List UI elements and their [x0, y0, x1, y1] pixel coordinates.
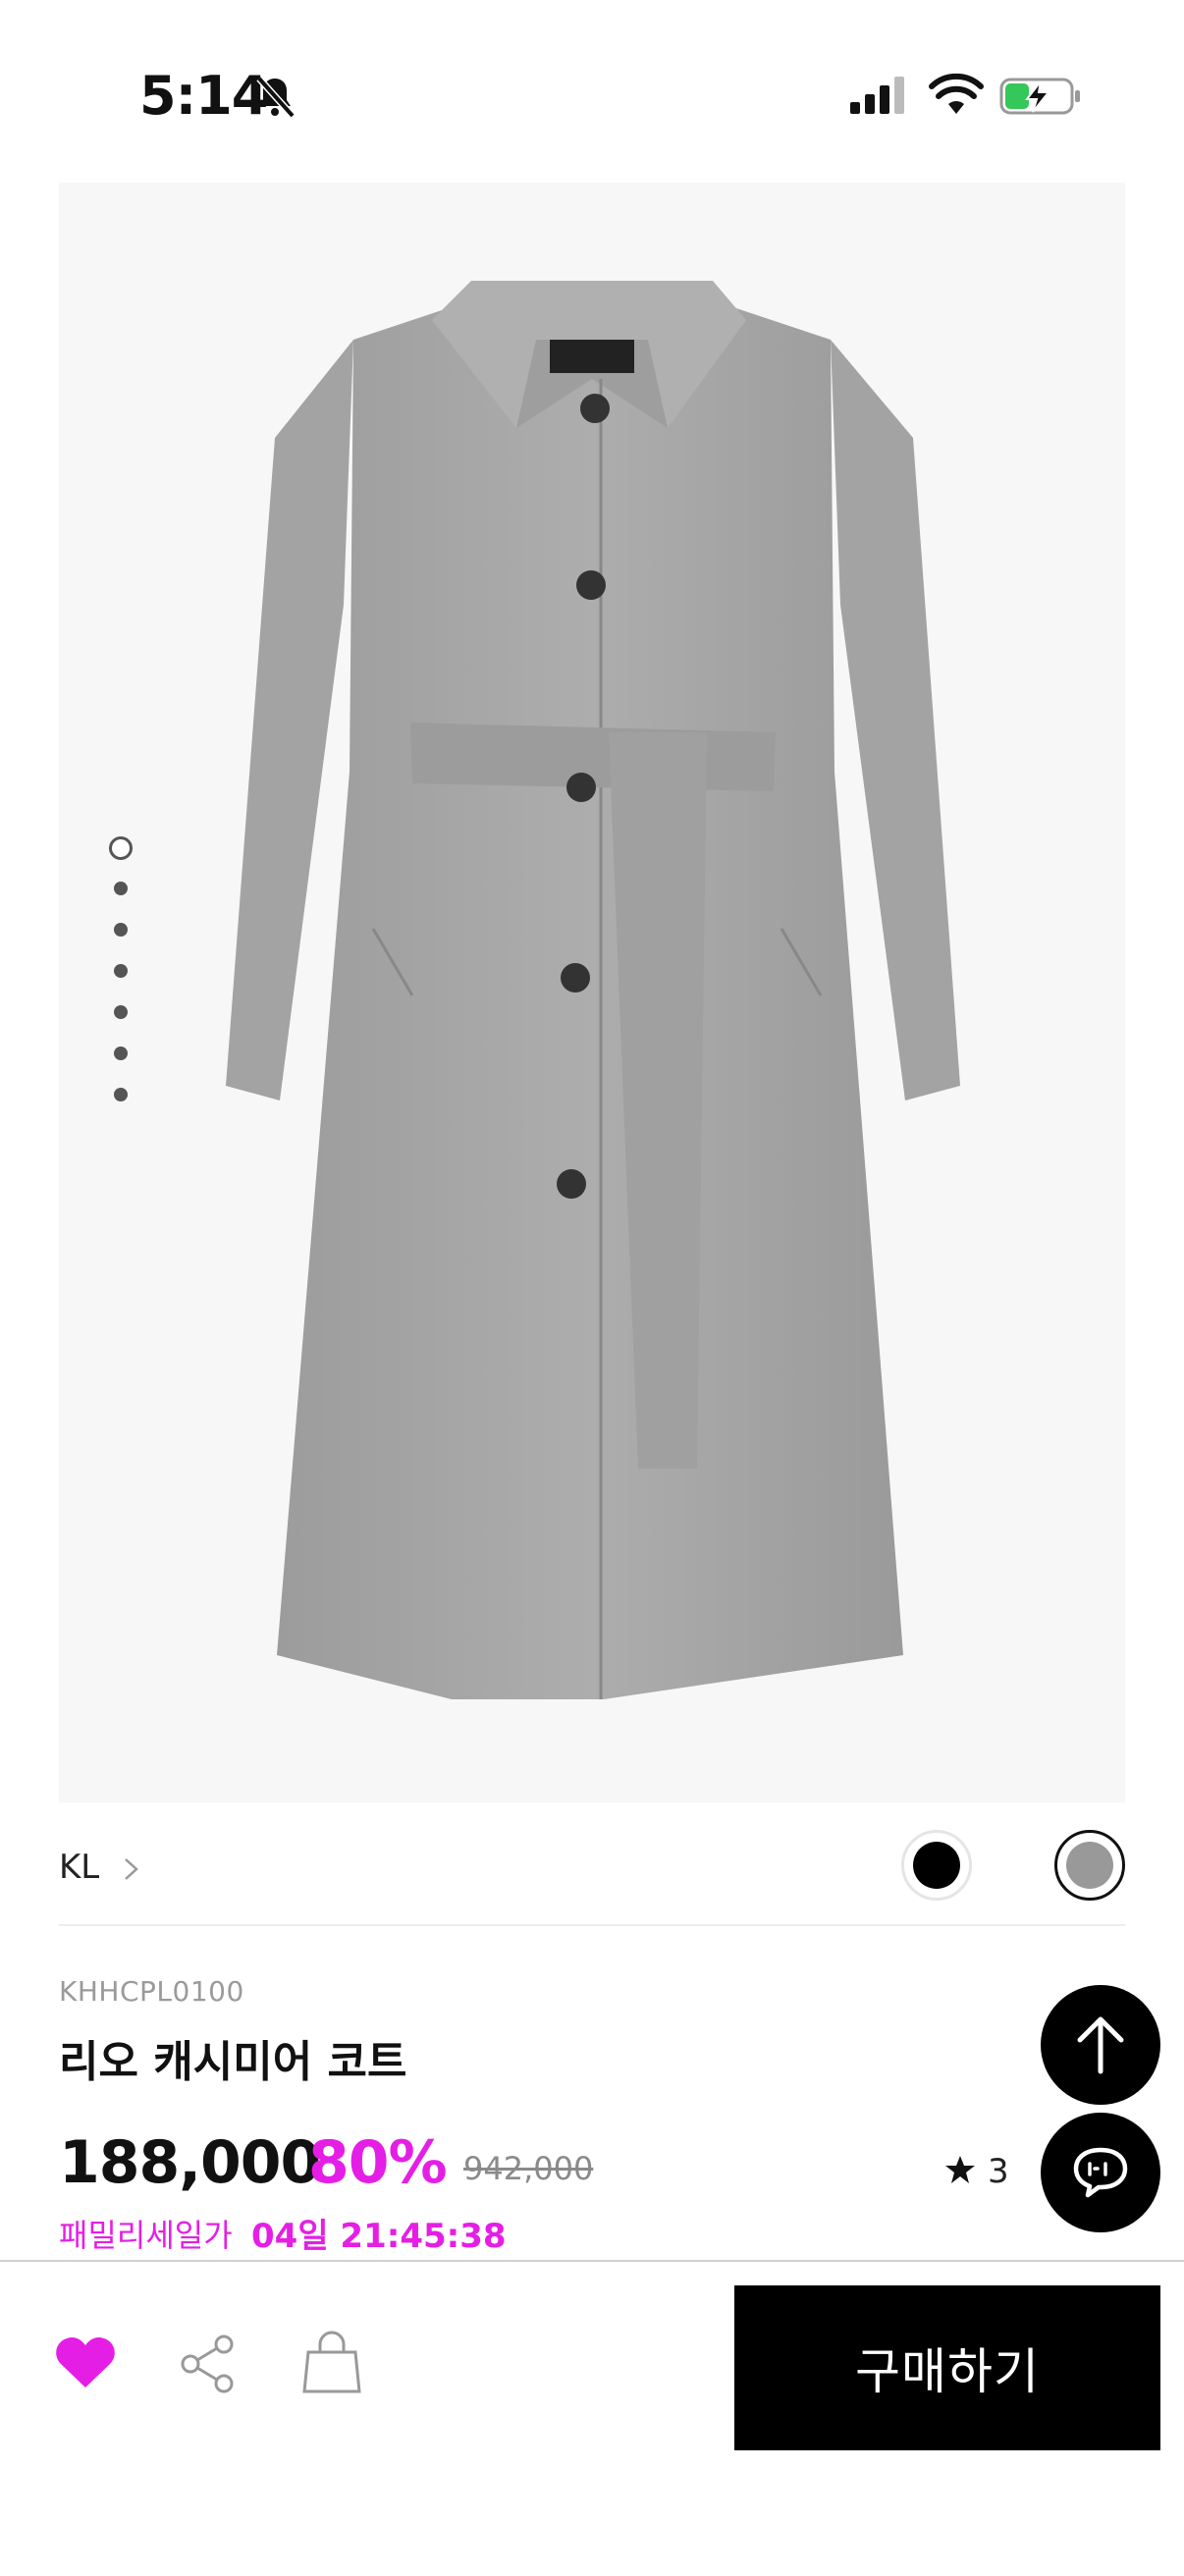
battery-charging-icon	[999, 78, 1080, 115]
pager-dot[interactable]	[114, 1088, 128, 1101]
pager-dot[interactable]	[114, 1005, 128, 1019]
original-price: 942,000	[463, 2150, 594, 2187]
review-count[interactable]: 3	[988, 2152, 1009, 2191]
wifi-icon	[929, 73, 984, 114]
brand-link[interactable]: KL	[59, 1848, 99, 1887]
discount-rate: 80%	[308, 2128, 448, 2197]
share-icon[interactable]	[177, 2333, 240, 2395]
chat-bubble-icon	[1073, 2147, 1128, 2198]
sale-price: 188,000	[59, 2128, 321, 2197]
chat-button[interactable]	[1041, 2113, 1160, 2232]
product-image[interactable]	[59, 183, 1125, 1802]
product-code: KHHCPL0100	[59, 1975, 244, 2008]
status-time: 5:14	[139, 65, 268, 127]
shopping-bag-icon[interactable]	[300, 2327, 363, 2395]
pager-dot[interactable]	[114, 1046, 128, 1060]
star-icon	[945, 2156, 975, 2183]
coat-illustration	[226, 281, 960, 1699]
sale-countdown: 04일 21:45:38	[251, 2217, 507, 2256]
scroll-to-top-button[interactable]	[1041, 1985, 1160, 2105]
bell-slash-icon	[256, 76, 296, 119]
cellular-signal-icon	[850, 77, 904, 114]
family-sale-label: 패밀리세일가	[59, 2217, 233, 2254]
arrow-up-icon	[1077, 2016, 1124, 2074]
heart-icon[interactable]	[55, 2334, 116, 2389]
buy-button[interactable]: 구매하기	[734, 2285, 1160, 2450]
pager-dot-active[interactable]	[109, 836, 133, 860]
image-pager[interactable]	[104, 836, 137, 1129]
chevron-right-icon	[125, 1858, 138, 1880]
pager-dot[interactable]	[114, 964, 128, 978]
product-title: 리오 캐시미어 코트	[59, 2037, 407, 2087]
pager-dot[interactable]	[114, 923, 128, 937]
color-swatch-black[interactable]	[901, 1830, 972, 1901]
pager-dot[interactable]	[114, 882, 128, 895]
color-swatch-gray[interactable]	[1054, 1830, 1125, 1901]
